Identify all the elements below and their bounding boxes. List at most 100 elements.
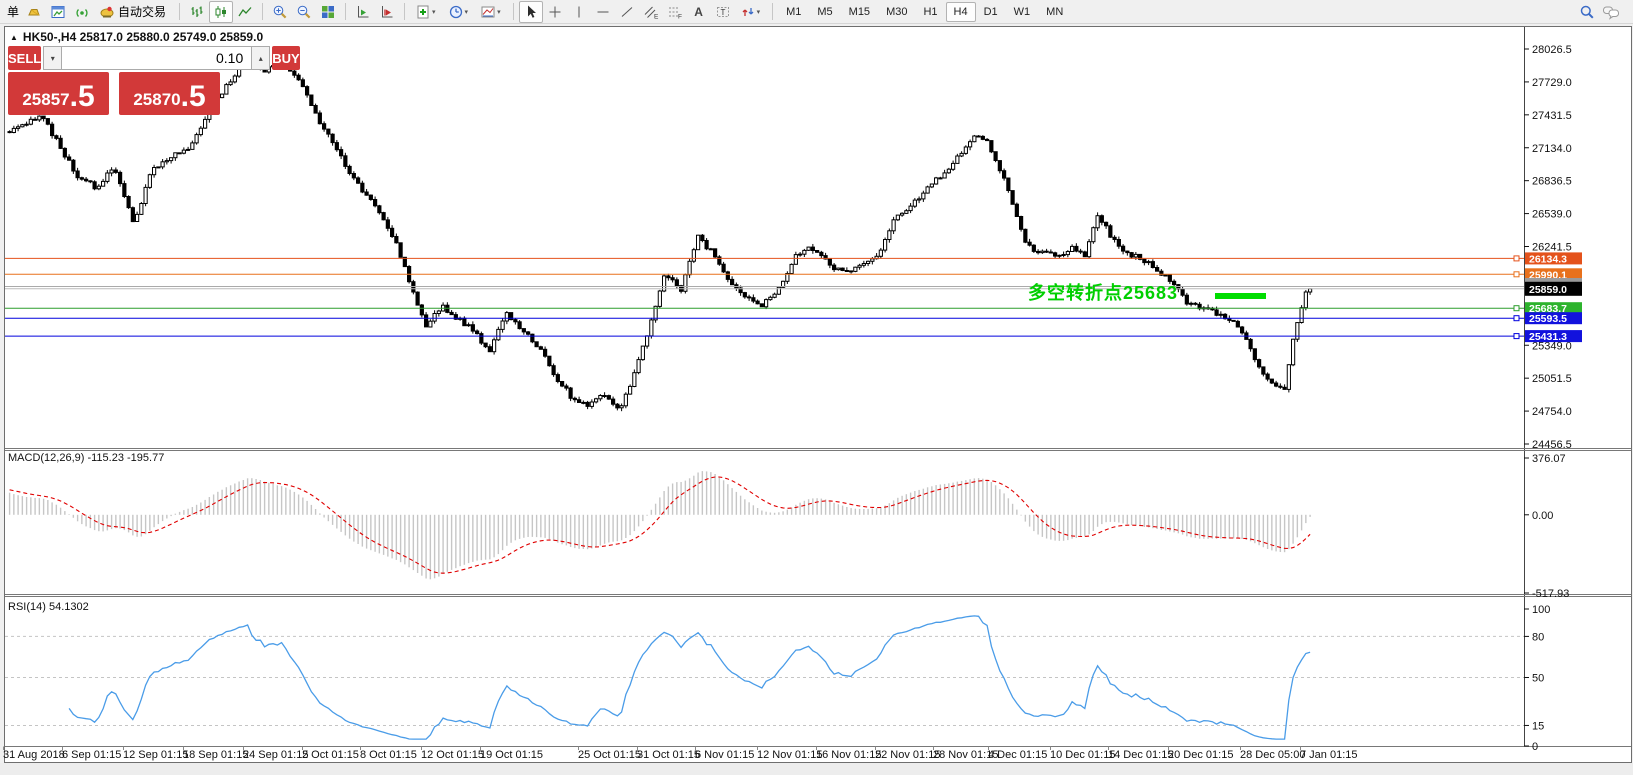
rsi-tick-label: 50 xyxy=(1532,673,1544,685)
autotrading-button[interactable]: 自动交易 xyxy=(94,1,174,23)
fibonacci-button[interactable]: F xyxy=(663,1,687,23)
volume-increase-button[interactable]: ▴ xyxy=(251,46,270,70)
sell-price-button[interactable]: 25857.5 xyxy=(8,72,109,115)
timeframe-button-m1[interactable]: M1 xyxy=(778,2,809,22)
chart-shift-button[interactable] xyxy=(375,1,399,23)
periods-button[interactable]: ▾ xyxy=(443,1,476,23)
chart-window-icon xyxy=(50,4,66,20)
time-axis-label: 22 Nov 01:15 xyxy=(875,749,940,761)
timeframe-button-m5[interactable]: M5 xyxy=(809,2,840,22)
indicators-icon xyxy=(415,4,431,20)
macd-indicator-label: MACD(12,26,9) -115.23 -195.77 xyxy=(8,452,164,464)
timeframe-group: M1M5M15M30H1H4D1W1MN xyxy=(778,2,1071,22)
clock-icon xyxy=(448,4,464,20)
timeframe-button-h1[interactable]: H1 xyxy=(915,2,945,22)
cursor-button[interactable] xyxy=(519,1,543,23)
timeframe-button-h4[interactable]: H4 xyxy=(946,2,976,22)
templates-icon xyxy=(480,4,496,20)
toolbar-separator xyxy=(262,3,263,20)
pivot-segment[interactable] xyxy=(1215,293,1266,299)
time-axis-label: 12 Oct 01:15 xyxy=(421,749,484,761)
time-axis-label: 14 Dec 01:15 xyxy=(1108,749,1173,761)
new-order-button[interactable]: 单 xyxy=(4,3,22,20)
level-price-tag-label: 26134.3 xyxy=(1529,253,1567,265)
templates-button[interactable]: ▾ xyxy=(475,1,508,23)
chart-title-text: HK50-,H4 25817.0 25880.0 25749.0 25859.0 xyxy=(23,30,263,44)
zoom-in-button[interactable] xyxy=(268,1,292,23)
line-chart-icon xyxy=(237,4,253,20)
time-axis-label: 31 Oct 01:15 xyxy=(637,749,700,761)
cursor-icon xyxy=(523,4,539,20)
chevron-down-icon[interactable]: ▾ xyxy=(432,8,436,16)
chevron-down-icon[interactable]: ▾ xyxy=(757,8,761,16)
price-tick-label: 24456.5 xyxy=(1532,439,1572,451)
timeframe-button-w1[interactable]: W1 xyxy=(1006,2,1039,22)
chat-button[interactable] xyxy=(1599,1,1623,23)
autotrading-label: 自动交易 xyxy=(115,3,169,20)
zoom-out-button[interactable] xyxy=(292,1,316,23)
pivot-annotation-text[interactable]: 多空转折点25683 xyxy=(1028,279,1178,305)
crosshair-button[interactable] xyxy=(543,1,567,23)
one-click-trading-panel: SELL ▾ ▴ BUY 25857.5 25870.5 xyxy=(8,46,220,115)
chat-icon xyxy=(1602,4,1620,20)
time-axis-label: 6 Sep 01:15 xyxy=(62,749,121,761)
arrows-button[interactable]: ▾ xyxy=(735,1,768,23)
volume-input[interactable] xyxy=(62,46,251,70)
line-handle[interactable] xyxy=(1514,334,1519,339)
price-tick-label: 26539.0 xyxy=(1532,209,1572,221)
price-tick-label: 26241.5 xyxy=(1532,242,1572,254)
signals-button[interactable] xyxy=(70,1,94,23)
equidistant-channel-button[interactable]: E xyxy=(639,1,663,23)
collapse-triangle-icon[interactable]: ▲ xyxy=(10,33,18,42)
time-axis-label: 18 Sep 01:15 xyxy=(183,749,248,761)
bar-chart-button[interactable] xyxy=(185,1,209,23)
line-chart-button[interactable] xyxy=(233,1,257,23)
equidistant-channel-icon: E xyxy=(643,4,659,20)
line-handle[interactable] xyxy=(1514,316,1519,321)
trendline-button[interactable] xyxy=(615,1,639,23)
buy-price-button[interactable]: 25870.5 xyxy=(119,72,220,115)
buy-price-main: 25870 xyxy=(133,88,180,112)
timeframe-button-m30[interactable]: M30 xyxy=(878,2,915,22)
horizontal-line-button[interactable] xyxy=(591,1,615,23)
text-button[interactable]: A xyxy=(687,1,711,23)
candlestick-chart-button[interactable] xyxy=(209,1,233,23)
time-axis-label: 20 Dec 01:15 xyxy=(1168,749,1233,761)
timeframe-button-m15[interactable]: M15 xyxy=(841,2,878,22)
new-chart-button[interactable] xyxy=(46,1,70,23)
crosshair-icon xyxy=(547,4,563,20)
market-panel-button[interactable] xyxy=(22,1,46,23)
buy-price-frac: .5 xyxy=(181,82,206,112)
buy-button[interactable]: BUY xyxy=(272,46,299,70)
toolbar-separator xyxy=(404,3,405,20)
vertical-line-button[interactable] xyxy=(567,1,591,23)
zoom-out-icon xyxy=(296,4,312,20)
line-handle[interactable] xyxy=(1514,306,1519,311)
sell-button[interactable]: SELL xyxy=(8,46,41,70)
volume-decrease-button[interactable]: ▾ xyxy=(43,46,62,70)
timeframe-button-mn[interactable]: MN xyxy=(1038,2,1071,22)
price-tick-label: 27134.0 xyxy=(1532,143,1572,155)
price-tick-label: 24754.0 xyxy=(1532,406,1572,418)
line-handle[interactable] xyxy=(1514,256,1519,261)
price-tick-label: 25051.5 xyxy=(1532,373,1572,385)
chart-canvas[interactable]: 28026.527729.027431.527134.026836.526539… xyxy=(0,0,1633,775)
bar-chart-icon xyxy=(189,4,205,20)
chevron-down-icon[interactable]: ▾ xyxy=(465,8,469,16)
time-axis-label: 19 Oct 01:15 xyxy=(480,749,543,761)
timeframe-button-d1[interactable]: D1 xyxy=(976,2,1006,22)
toolbar-separator xyxy=(179,3,180,20)
macd-tick-label: 0.00 xyxy=(1532,510,1553,522)
trade-panel-top-row: SELL ▾ ▴ BUY xyxy=(8,46,220,70)
tile-windows-button[interactable] xyxy=(316,1,340,23)
time-axis-label: 24 Sep 01:15 xyxy=(243,749,308,761)
chevron-down-icon[interactable]: ▾ xyxy=(497,8,501,16)
rsi-tick-label: 15 xyxy=(1532,720,1544,732)
sell-price-main: 25857 xyxy=(22,88,69,112)
indicators-button[interactable]: ▾ xyxy=(410,1,443,23)
auto-scroll-button[interactable] xyxy=(351,1,375,23)
time-axis-label: 28 Dec 05:00 xyxy=(1240,749,1305,761)
line-handle[interactable] xyxy=(1514,272,1519,277)
search-button[interactable] xyxy=(1575,1,1599,23)
text-label-button[interactable]: T xyxy=(711,1,735,23)
